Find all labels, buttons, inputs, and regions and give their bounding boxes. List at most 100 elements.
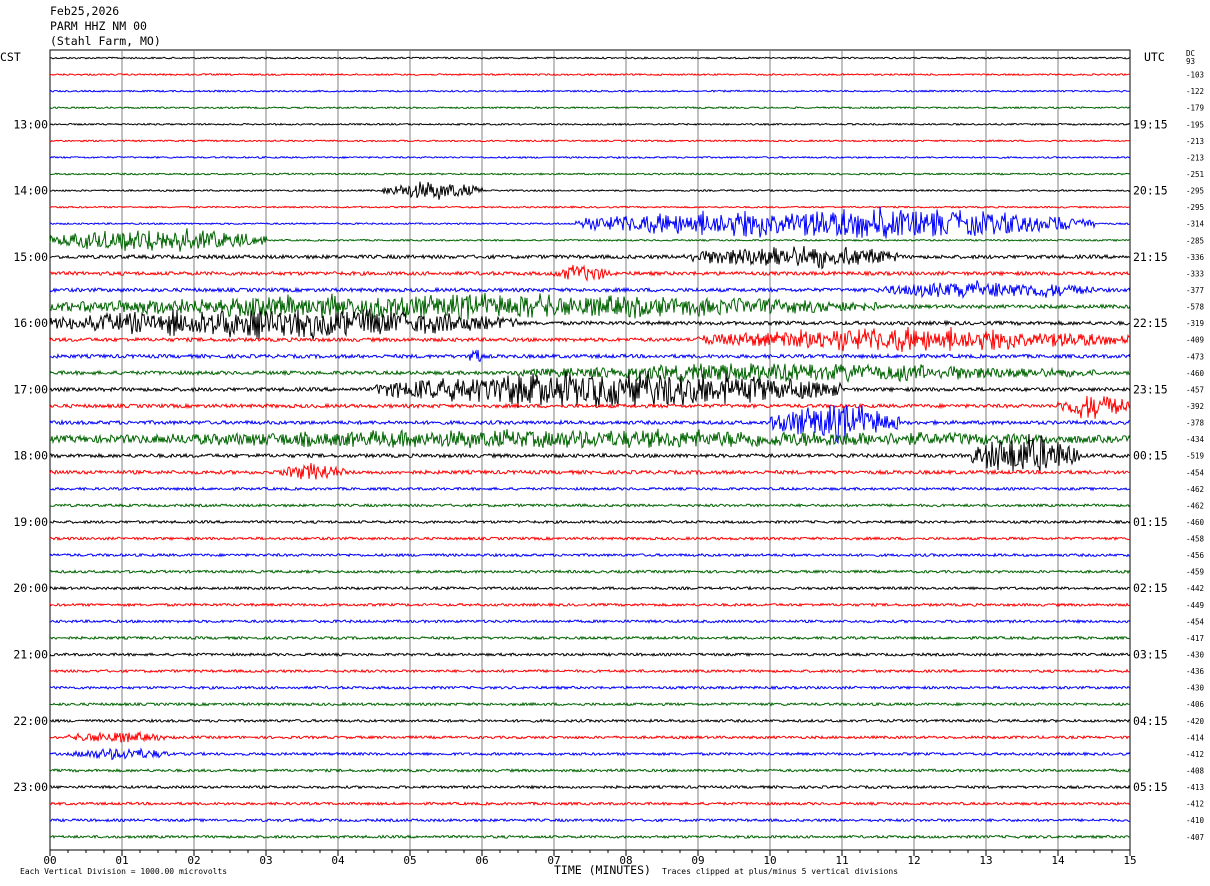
hour-label-right: 03:15 <box>1133 648 1168 662</box>
dc-offset-label: -377 <box>1186 286 1204 295</box>
dc-offset-label: -295 <box>1186 187 1204 196</box>
hour-label-right: 05:15 <box>1133 780 1168 794</box>
x-tick-label: 00 <box>43 854 56 867</box>
dc-offset-label: -519 <box>1186 452 1204 461</box>
hour-label-left: 13:00 <box>13 117 48 131</box>
trace-29 <box>49 536 1131 542</box>
hour-label-right: 23:15 <box>1133 382 1168 396</box>
trace-3 <box>49 106 1131 110</box>
trace-32 <box>49 585 1131 591</box>
trace-28 <box>49 519 1131 525</box>
trace-10 <box>49 206 1131 239</box>
dc-offset-label: -420 <box>1186 717 1205 726</box>
trace-0 <box>49 56 1131 60</box>
hour-label-right: 22:15 <box>1133 316 1168 330</box>
dc-offset-label: -378 <box>1186 419 1205 428</box>
trace-26 <box>49 486 1131 492</box>
trace-16 <box>49 308 1131 340</box>
dc-offset-label: -436 <box>1186 667 1205 676</box>
trace-9 <box>49 205 1131 209</box>
trace-42 <box>49 747 1131 761</box>
x-tick-label: 06 <box>475 854 488 867</box>
dc-offset-label: -179 <box>1186 104 1204 113</box>
x-tick-label: 03 <box>259 854 272 867</box>
hour-label-right: 04:15 <box>1133 714 1168 728</box>
dc-offset-label: -103 <box>1186 71 1204 80</box>
dc-offset-label: -430 <box>1186 651 1205 660</box>
hour-label-left: 20:00 <box>13 581 48 595</box>
dc-offset-label: -430 <box>1186 684 1205 693</box>
hour-label-left: 15:00 <box>13 250 48 264</box>
hour-label-left: 23:00 <box>13 780 48 794</box>
hour-label-left: 17:00 <box>13 382 48 396</box>
hour-label-right: 19:15 <box>1133 117 1168 131</box>
hour-label-left: 14:00 <box>13 184 48 198</box>
trace-47 <box>49 834 1131 840</box>
plot-frame <box>49 49 1131 851</box>
trace-31 <box>49 569 1131 575</box>
dc-offset-label: -336 <box>1186 253 1205 262</box>
trace-4 <box>49 122 1131 127</box>
hour-label-right: 01:15 <box>1133 515 1168 529</box>
x-tick-label: 09 <box>691 854 704 867</box>
dc-offset-label: -460 <box>1186 369 1205 378</box>
dc-offset-label: -213 <box>1186 137 1204 146</box>
trace-5 <box>49 139 1131 143</box>
trace-36 <box>49 652 1131 658</box>
trace-30 <box>49 552 1131 558</box>
trace-39 <box>49 701 1131 707</box>
trace-14 <box>49 280 1131 300</box>
trace-12 <box>49 245 1131 270</box>
dc-offset-label: -417 <box>1186 634 1204 643</box>
dc-offset-label: -578 <box>1186 303 1205 312</box>
hour-label-left: 18:00 <box>13 449 48 463</box>
dc-offset-label: -460 <box>1186 518 1205 527</box>
dc-offset-label: -457 <box>1186 385 1204 394</box>
x-axis-label: TIME (MINUTES) <box>554 863 651 877</box>
x-tick-label: 04 <box>331 854 345 867</box>
clipping-note: Traces clipped at plus/minus 5 vertical … <box>662 867 899 876</box>
trace-13 <box>50 264 1131 282</box>
dc-offset-label: -412 <box>1186 750 1204 759</box>
dc-offset-label: -333 <box>1186 269 1204 278</box>
division-note: Each Vertical Division = 1000.00 microvo… <box>20 867 228 876</box>
dc-offset-label: -195 <box>1186 120 1204 129</box>
x-tick-label: 14 <box>1051 854 1065 867</box>
hour-label-right: 21:15 <box>1133 250 1168 264</box>
dc-offset-label: -392 <box>1186 402 1204 411</box>
dc-offset-label: -458 <box>1186 535 1205 544</box>
dc-offset-label: -442 <box>1186 584 1204 593</box>
dc-offset-label: -409 <box>1186 336 1204 345</box>
trace-41 <box>49 730 1131 743</box>
trace-35 <box>49 635 1131 641</box>
trace-7 <box>49 172 1131 176</box>
dc-offset-label: -213 <box>1186 153 1204 162</box>
x-tick-label: 12 <box>907 854 920 867</box>
dc-offset-label: -122 <box>1186 87 1204 96</box>
trace-6 <box>49 155 1131 160</box>
x-tick-label: 02 <box>187 854 200 867</box>
hour-label-left: 19:00 <box>13 515 48 529</box>
hour-label-right: 00:15 <box>1133 449 1168 463</box>
trace-2 <box>49 89 1130 93</box>
dc-offset-label: -462 <box>1186 485 1204 494</box>
trace-34 <box>49 618 1131 625</box>
hour-label-right: 02:15 <box>1133 581 1168 595</box>
trace-38 <box>49 685 1131 691</box>
dc-offset-label: -449 <box>1186 601 1204 610</box>
dc-offset-label: -462 <box>1186 501 1204 510</box>
dc-offset-label: -314 <box>1186 220 1205 229</box>
dc-offset-label: -456 <box>1186 551 1205 560</box>
dc-offset-label: -410 <box>1186 816 1205 825</box>
dc-offset-label: -319 <box>1186 319 1204 328</box>
dc-offset-label: -459 <box>1186 568 1204 577</box>
dc-offset-label: 93 <box>1186 57 1195 66</box>
dc-offset-label: -473 <box>1186 352 1204 361</box>
hour-label-right: 20:15 <box>1133 184 1168 198</box>
dc-offset-label: -408 <box>1186 767 1205 776</box>
trace-23 <box>49 428 1131 449</box>
dc-offset-label: -454 <box>1186 617 1205 626</box>
dc-offset-label: -295 <box>1186 203 1204 212</box>
trace-1 <box>49 72 1131 77</box>
trace-45 <box>49 801 1131 807</box>
